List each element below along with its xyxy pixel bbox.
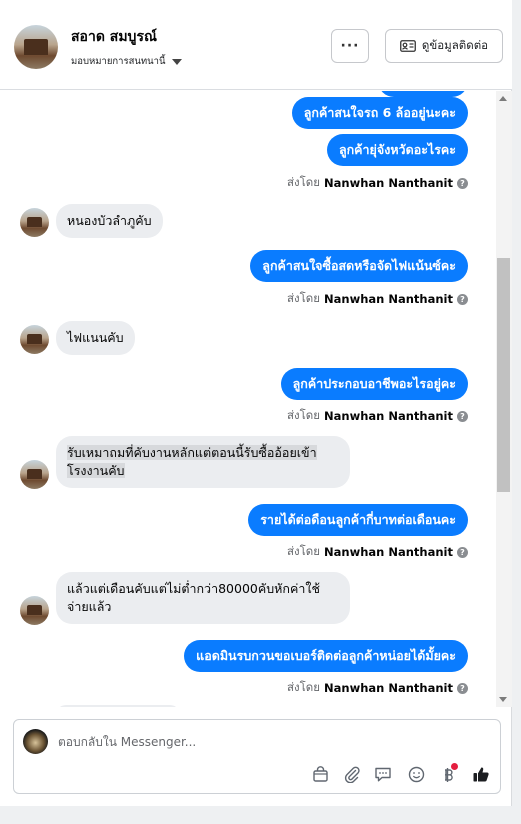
sent-by-label: ส่งโดย Nanwhan Nanthanit ? bbox=[287, 407, 468, 425]
info-icon[interactable]: ? bbox=[457, 546, 468, 558]
message-text-line: โรงงานคับ bbox=[67, 463, 125, 478]
sent-by-prefix: ส่งโดย bbox=[286, 291, 321, 305]
view-contact-label: ดูข้อมูลติดต่อ bbox=[421, 38, 489, 52]
like-thumbs-up-icon[interactable] bbox=[471, 764, 491, 784]
sent-by-agent: Nanwhan Nanthanit bbox=[324, 681, 453, 695]
message-list[interactable]: ลูกค้าสนใจรถ 6 ล้ออยู่นะคะ ลูกค้ายุ่จังห… bbox=[0, 91, 512, 707]
attachment-icon[interactable] bbox=[342, 764, 362, 784]
sent-by-label: ส่งโดย Nanwhan Nanthanit ? bbox=[287, 543, 468, 561]
sent-by-agent: Nanwhan Nanthanit bbox=[324, 545, 453, 559]
page-avatar bbox=[23, 729, 48, 754]
saved-replies-icon[interactable] bbox=[373, 764, 393, 784]
message-incoming[interactable]: รับเหมาถมที่คับงานหลักแต่ตอนนี้รับซื้ออ้… bbox=[56, 436, 350, 488]
message-text-line: จ่ายแล้ว bbox=[67, 599, 112, 614]
assign-label: มอบหมายการสนทนานี้ bbox=[71, 56, 166, 67]
message-text: หนองบัวลำภูคับ bbox=[67, 213, 152, 228]
sent-by-agent: Nanwhan Nanthanit bbox=[324, 409, 453, 423]
view-contact-button[interactable]: ดูข้อมูลติดต่อ bbox=[385, 29, 503, 63]
scrollbar-thumb[interactable] bbox=[497, 258, 510, 492]
message-outgoing[interactable]: ลูกค้ายุ่จังหวัดอะไรคะ bbox=[326, 134, 468, 166]
message-outgoing[interactable]: แอดมินรบกวนขอเบอร์ติดต่อลูกค้าหน่อยได้มั… bbox=[184, 640, 468, 672]
message-outgoing[interactable]: ลูกค้าสนใจรถ 6 ล้ออยู่นะคะ bbox=[291, 97, 468, 129]
conversation-panel: สอาด สมบูรณ์ มอบหมายการสนทนานี้ ··· ดูข้… bbox=[0, 0, 512, 806]
info-icon[interactable]: ? bbox=[457, 293, 468, 305]
message-incoming[interactable]: หนองบัวลำภูคับ bbox=[56, 204, 163, 238]
info-icon[interactable]: ? bbox=[457, 410, 468, 422]
assign-conversation-dropdown[interactable]: มอบหมายการสนทนานี้ bbox=[71, 54, 182, 69]
scroll-up-arrow-icon[interactable] bbox=[499, 96, 507, 101]
message-text: ลูกค้ายุ่จังหวัดอะไรคะ bbox=[338, 142, 456, 157]
message-text: ไฟแนนคับ bbox=[67, 330, 124, 345]
info-icon[interactable]: ? bbox=[457, 682, 468, 694]
reply-composer bbox=[13, 719, 501, 794]
baht-payment-icon[interactable] bbox=[438, 763, 458, 784]
sent-by-prefix: ส่งโดย bbox=[286, 408, 321, 422]
message-incoming-partial[interactable] bbox=[56, 705, 180, 707]
message-outgoing[interactable]: ลูกค้าสนใจซื้อสดหรือจัดไฟแน้นซ์คะ bbox=[250, 250, 468, 282]
message-text: รายได้ต่อดือนลูกค้ากี่บาทต่อเดือนคะ bbox=[260, 512, 456, 527]
sent-by-agent: Nanwhan Nanthanit bbox=[324, 292, 453, 306]
message-text-line: รับเหมาถมที่คับงานหลักแต่ตอนนี้รับซื้ออ้… bbox=[67, 445, 317, 460]
message-outgoing[interactable]: รายได้ต่อดือนลูกค้ากี่บาทต่อเดือนคะ bbox=[248, 504, 468, 536]
sent-by-prefix: ส่งโดย bbox=[286, 175, 321, 189]
shopping-bag-icon[interactable] bbox=[310, 764, 330, 784]
sent-by-label: ส่งโดย Nanwhan Nanthanit ? bbox=[287, 174, 468, 192]
sent-by-agent: Nanwhan Nanthanit bbox=[324, 176, 453, 190]
contact-avatar[interactable] bbox=[14, 25, 58, 69]
contact-name[interactable]: สอาด สมบูรณ์ bbox=[71, 26, 157, 48]
chevron-down-icon bbox=[171, 58, 182, 65]
sent-by-label: ส่งโดย Nanwhan Nanthanit ? bbox=[287, 290, 468, 308]
contact-card-icon bbox=[400, 40, 416, 52]
sent-by-label: ส่งโดย Nanwhan Nanthanit ? bbox=[287, 679, 468, 697]
message-text-line: แล้วแต่เดือนคับแต่ไม่ต่ำกว่า80000คับหักค… bbox=[67, 581, 320, 596]
info-icon[interactable]: ? bbox=[457, 177, 468, 189]
message-incoming[interactable]: แล้วแต่เดือนคับแต่ไม่ต่ำกว่า80000คับหักค… bbox=[56, 572, 350, 624]
more-options-button[interactable]: ··· bbox=[331, 29, 369, 63]
sent-by-prefix: ส่งโดย bbox=[286, 680, 321, 694]
message-outgoing[interactable]: ลูกค้าประกอบอาชีพอะไรอยู่คะ bbox=[280, 368, 468, 400]
conversation-header: สอาด สมบูรณ์ มอบหมายการสนทนานี้ ··· ดูข้… bbox=[0, 0, 512, 90]
message-text: ลูกค้าสนใจซื้อสดหรือจัดไฟแน้นซ์คะ bbox=[262, 258, 456, 273]
emoji-icon[interactable] bbox=[406, 764, 426, 784]
message-text: ลูกค้าประกอบอาชีพอะไรอยู่คะ bbox=[292, 376, 456, 391]
scroll-down-arrow-icon[interactable] bbox=[499, 697, 507, 702]
contact-avatar-small bbox=[20, 325, 49, 354]
contact-avatar-small bbox=[20, 460, 49, 489]
message-incoming[interactable]: ไฟแนนคับ bbox=[56, 321, 135, 355]
notification-dot bbox=[451, 763, 458, 770]
sent-by-prefix: ส่งโดย bbox=[286, 544, 321, 558]
message-text: ลูกค้าสนใจรถ 6 ล้ออยู่นะคะ bbox=[303, 105, 456, 120]
contact-avatar-small bbox=[20, 596, 49, 625]
contact-avatar-small bbox=[20, 208, 49, 237]
more-icon: ··· bbox=[340, 38, 360, 54]
message-text: แอดมินรบกวนขอเบอร์ติดต่อลูกค้าหน่อยได้มั… bbox=[196, 648, 456, 663]
reply-input[interactable] bbox=[58, 733, 478, 751]
